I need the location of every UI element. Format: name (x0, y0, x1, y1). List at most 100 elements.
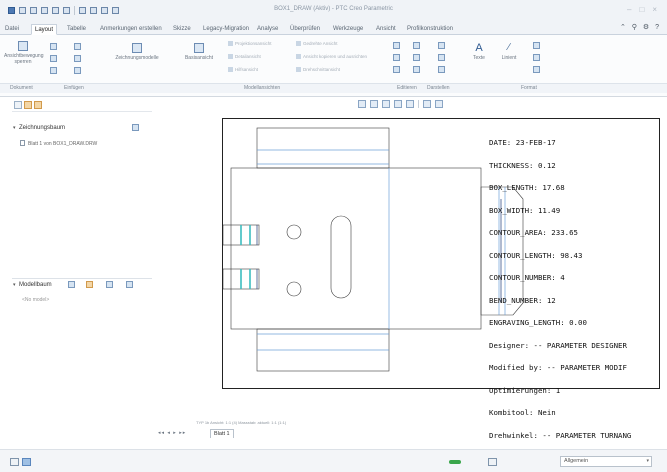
display-font-icon[interactable] (438, 66, 445, 73)
format-arrow-icon[interactable] (533, 54, 540, 61)
sheet-tree-item[interactable]: Blatt 1 von BOX1_DRAW.DRW (20, 140, 97, 147)
window-controls: – □ × (627, 5, 657, 14)
help-icon[interactable]: ? (655, 24, 661, 31)
find-icon[interactable] (488, 458, 497, 466)
group-modellansichten[interactable]: Modellansichten (244, 85, 280, 91)
sheet-navigation-arrows[interactable]: ◂◂ ◂ ▸ ▸▸ (158, 430, 186, 436)
model-tree-header[interactable]: ▾ Modellbaum (12, 279, 152, 291)
tab-tabelle[interactable]: Tabelle (64, 24, 89, 35)
model-display-icon[interactable] (406, 100, 414, 108)
show-icon[interactable] (68, 281, 75, 288)
group-darstellen[interactable]: Darstellen (427, 85, 450, 91)
group-einfuegen[interactable]: Einfügen (64, 85, 84, 91)
repaint-icon[interactable] (394, 100, 402, 108)
drawing-sheet[interactable]: DATE: 23-FEB-17 THICKNESS: 0.12 BOX_LENG… (222, 118, 660, 439)
new-sheet-icon[interactable] (50, 43, 57, 50)
drawing-models-button[interactable]: Zeichnungsmodelle (115, 43, 159, 61)
note-line: Kombitool: Nein (489, 408, 556, 417)
collapse-icon[interactable]: ▾ (13, 122, 16, 134)
note-line: Designer: -- PARAMETER DESIGNER (489, 340, 627, 350)
tab-analyse[interactable]: Analyse (254, 24, 281, 35)
tree-settings-icon[interactable] (132, 124, 139, 131)
ribbon-tabs: Datei Layout Tabelle Anmerkungen erstell… (0, 23, 667, 35)
close-icon[interactable]: × (652, 5, 657, 14)
parameter-notes[interactable]: DATE: 23-FEB-17 THICKNESS: 0.12 BOX_LENG… (489, 124, 631, 454)
tab-legacy-migration[interactable]: Legacy-Migration (200, 24, 252, 35)
group-format[interactable]: Format (521, 85, 537, 91)
favorites-icon[interactable] (34, 101, 42, 109)
group-editieren[interactable]: Editieren (397, 85, 417, 91)
format-symbol-icon[interactable] (533, 66, 540, 73)
drawing-canvas[interactable]: DATE: 23-FEB-17 THICKNESS: 0.12 BOX_LENG… (158, 98, 660, 439)
navigator-toolbar (12, 98, 152, 112)
status-bar: Allgemein ▾ (0, 449, 667, 472)
note-line: BOX_WIDTH: 11.49 (489, 205, 561, 215)
line-style-button[interactable]: ∕ Linient (496, 43, 522, 62)
browser-toggle-icon[interactable] (22, 458, 31, 466)
display-line-style-icon[interactable] (413, 66, 420, 73)
graphics-toolbar (358, 100, 443, 108)
model-tree-tab-icon[interactable] (14, 101, 22, 109)
revolved-view-button[interactable]: Gedrehte Ansicht (296, 41, 338, 46)
display-edge-icon[interactable] (413, 42, 420, 49)
folder-browser-icon[interactable] (24, 101, 32, 109)
display-layer-icon[interactable] (438, 42, 445, 49)
regeneration-status-icon[interactable] (449, 460, 461, 464)
maximize-icon[interactable]: □ (639, 5, 644, 14)
insert-image-icon[interactable] (74, 55, 81, 62)
edit-move-icon[interactable] (393, 42, 400, 49)
minimize-icon[interactable]: – (627, 5, 631, 14)
base-view-icon (194, 43, 204, 53)
zoom-out-icon[interactable] (382, 100, 390, 108)
title-bar: BOX1_DRAW (Aktiv) - PTC Creo Parametric … (0, 0, 667, 23)
collapse-ribbon-icon[interactable]: ⌃ (620, 24, 628, 31)
chevron-down-icon: ▾ (646, 458, 649, 464)
base-view-button[interactable]: Basisansicht (182, 43, 216, 61)
auxiliary-view-button[interactable]: Hilfsansicht (228, 67, 258, 72)
navigator-pane: ▾ Zeichnungsbaum Blatt 1 von BOX1_DRAW.D… (12, 98, 152, 423)
refit-icon[interactable] (358, 100, 366, 108)
move-sheet-icon[interactable] (50, 55, 57, 62)
zoom-in-icon[interactable] (370, 100, 378, 108)
note-line: ENGRAVING_LENGTH: 0.00 (489, 318, 587, 327)
note-line: CONTOUR_AREA: 233.65 (489, 228, 578, 237)
format-hatch-icon[interactable] (533, 42, 540, 49)
insert-object-icon[interactable] (74, 43, 81, 50)
tree-filter-icon[interactable] (86, 281, 93, 288)
tab-layout[interactable]: Layout (31, 24, 58, 35)
projection-view-button[interactable]: Projektionsansicht (228, 41, 272, 46)
tab-werkzeuge[interactable]: Werkzeuge (330, 24, 366, 35)
settings-icon[interactable]: ⚙ (643, 24, 651, 31)
tree-options-icon[interactable] (126, 281, 133, 288)
tab-datei[interactable]: Datei (2, 24, 22, 35)
tab-ueberpruefen[interactable]: Überprüfen (287, 24, 323, 35)
text-style-button[interactable]: A Texte (466, 43, 492, 62)
selection-filter-dropdown[interactable]: Allgemein ▾ (560, 456, 652, 467)
lock-view-movement-button[interactable]: Ansichtbewegung sperren (4, 41, 43, 65)
copy-align-view-button[interactable]: Ansicht kopieren und ausrichten (296, 54, 367, 59)
group-dokument[interactable]: Dokument (10, 85, 33, 91)
revolved-section-view-button[interactable]: Drehschnittansicht (296, 67, 340, 72)
detail-view-button[interactable]: Detailansicht (228, 54, 261, 59)
display-hatch-icon[interactable] (413, 54, 420, 61)
delete-sheet-icon[interactable] (50, 67, 57, 74)
insert-table-icon[interactable] (74, 67, 81, 74)
tab-profilkonstruktion[interactable]: Profilkonstruktion (404, 24, 456, 35)
note-line: Optimierungen: 1 (489, 385, 561, 395)
navigator-toggle-icon[interactable] (10, 458, 19, 466)
tab-skizze[interactable]: Skizze (170, 24, 194, 35)
note-line: Modified by: -- PARAMETER MODIF (489, 363, 627, 372)
tree-columns-icon[interactable] (106, 281, 113, 288)
edit-erase-icon[interactable] (393, 66, 400, 73)
annotation-display-icon[interactable] (423, 100, 431, 108)
datum-display-icon[interactable] (435, 100, 443, 108)
search-icon[interactable]: ⚲ (632, 24, 639, 31)
sheet-tab-1[interactable]: Blatt 1 (210, 429, 234, 438)
tab-ansicht[interactable]: Ansicht (373, 24, 399, 35)
collapse-icon[interactable]: ▾ (13, 279, 16, 291)
display-color-icon[interactable] (438, 54, 445, 61)
tab-anmerkungen[interactable]: Anmerkungen erstellen (97, 24, 165, 35)
drawing-tree-header[interactable]: ▾ Zeichnungsbaum (12, 122, 152, 134)
note-line: CONTOUR_LENGTH: 98.43 (489, 250, 583, 260)
edit-align-icon[interactable] (393, 54, 400, 61)
